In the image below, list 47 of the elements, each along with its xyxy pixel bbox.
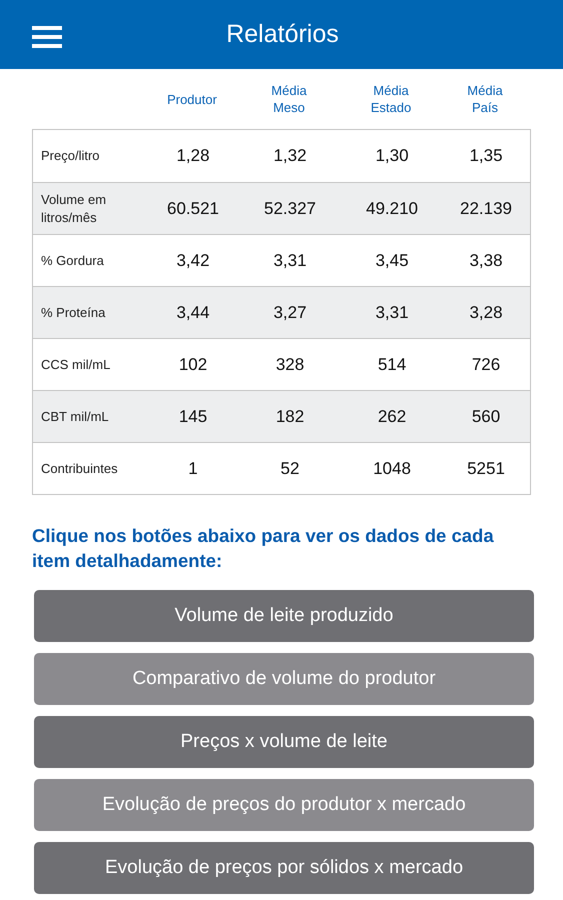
report-button[interactable]: Evolução de preços por sólidos x mercado: [34, 842, 534, 894]
table-cell-text: 5251: [466, 458, 506, 480]
menu-icon[interactable]: [32, 26, 62, 48]
row-label: Volume em litros/mês: [40, 190, 108, 226]
table-cell-text: 262: [376, 406, 408, 428]
table-cell-text: 1,32: [272, 145, 308, 168]
row-label: CBT mil/mL: [40, 408, 110, 426]
report-button[interactable]: Volume de leite produzido: [34, 590, 534, 642]
table-cell-text: 1,28: [175, 145, 211, 168]
table-cell-text: 514: [376, 354, 408, 376]
table-cell-text: 3,31: [374, 302, 410, 324]
row-label: % Proteína: [40, 304, 106, 322]
row-label: Contribuintes: [40, 460, 119, 478]
table-cell-text: 102: [178, 354, 208, 376]
page-title: Relatórios: [226, 18, 339, 50]
table-cell-text: 145: [178, 406, 208, 428]
table-cell-text: 52.327: [263, 198, 317, 220]
row-label: Preço/litro: [40, 147, 101, 165]
table-cell-text: 1: [187, 458, 199, 480]
table-cell-text: 3,42: [175, 250, 211, 272]
table-cell-text: 3,44: [175, 302, 211, 324]
report-button[interactable]: Preços x volume de leite: [34, 716, 534, 768]
table-cell-text: 3,27: [272, 302, 308, 324]
instruction-text: Clique nos botões abaixo para ver os dados de cada item detalhadamente:: [32, 524, 495, 573]
table-cell-text: 1,35: [468, 145, 504, 168]
column-header: Média País: [466, 82, 504, 116]
table-cell-text: 3,45: [374, 250, 410, 272]
table-cell-text: 3,28: [468, 302, 504, 324]
table-cell-text: 182: [274, 406, 306, 428]
table-cell-text: 52: [280, 458, 300, 480]
column-header: Média Estado: [370, 82, 412, 116]
table-cell-text: 60.521: [166, 198, 220, 220]
table-cell-text: 328: [274, 354, 306, 376]
row-label: CCS mil/mL: [40, 356, 112, 374]
report-button[interactable]: Evolução de preços do produtor x mercado: [34, 779, 534, 831]
row-label: % Gordura: [40, 252, 105, 270]
table-cell-text: 726: [470, 354, 502, 376]
table-cell-text: 22.139: [459, 198, 513, 220]
table-cell-text: 3,31: [272, 250, 308, 272]
table-cell-text: 3,38: [468, 250, 504, 272]
table-cell-text: 1,30: [374, 145, 410, 168]
report-button[interactable]: Comparativo de volume do produtor: [34, 653, 534, 705]
column-header: Produtor: [166, 90, 218, 108]
table-cell-text: 49.210: [365, 198, 419, 220]
column-header: Média Meso: [270, 82, 308, 116]
table-cell-text: 1048: [372, 458, 412, 480]
table-cell-text: 560: [470, 406, 502, 428]
